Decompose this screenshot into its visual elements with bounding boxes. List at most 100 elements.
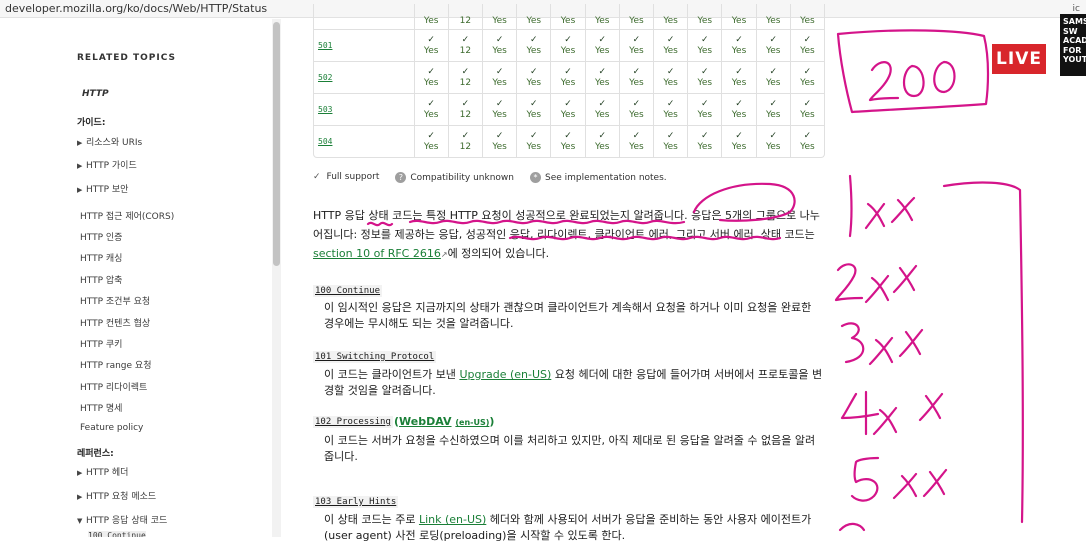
compat-cell[interactable]: ✓ Yes — [722, 94, 757, 125]
sidebar-item[interactable]: HTTP 명세 — [80, 401, 122, 414]
compat-cell[interactable]: ✓ Yes — [654, 62, 689, 93]
compat-cell[interactable]: ✓ Yes — [517, 62, 552, 93]
compat-cell[interactable]: ✓ Yes — [586, 94, 620, 125]
compat-cell[interactable]: Yes — [551, 4, 586, 29]
compat-cell[interactable]: ✓ Yes — [483, 94, 518, 125]
compat-cell[interactable]: ✓ 12 — [449, 30, 483, 61]
compat-cell[interactable]: ✓ Yes — [551, 62, 586, 93]
sidebar-item[interactable]: HTTP 리다이렉트 — [80, 380, 147, 393]
check-icon: ✓ — [598, 35, 606, 45]
compat-cell[interactable]: ✓ Yes — [415, 94, 449, 125]
check-icon: ✓ — [701, 35, 709, 45]
status-code-link[interactable]: 501 — [318, 41, 332, 50]
compat-cell[interactable]: ✓ 12 — [449, 94, 483, 125]
url-text[interactable]: developer.mozilla.org/ko/docs/Web/HTTP/S… — [5, 2, 267, 15]
compat-cell[interactable]: ✓ Yes — [791, 62, 824, 93]
compat-cell[interactable]: Yes — [620, 4, 655, 29]
compat-cell[interactable]: ✓ Yes — [620, 126, 655, 157]
compat-cell[interactable]: Yes — [722, 4, 757, 29]
sidebar-item-label: HTTP 보안 — [86, 185, 129, 195]
compat-cell[interactable]: ✓ Yes — [757, 62, 791, 93]
sidebar-item[interactable]: ▶ HTTP 가이드 — [77, 158, 137, 171]
compat-cell[interactable]: Yes — [688, 4, 723, 29]
compat-cell[interactable]: ✓ Yes — [415, 62, 449, 93]
compat-cell[interactable]: Yes — [654, 4, 689, 29]
compat-cell[interactable]: Yes — [757, 4, 791, 29]
link-header-link[interactable]: Link (en-US) — [419, 513, 486, 526]
sidebar-http-heading[interactable]: HTTP — [82, 89, 109, 99]
status-code-link[interactable]: 502 — [318, 73, 332, 82]
compat-cell[interactable]: ✓ Yes — [722, 62, 757, 93]
sidebar-item[interactable]: ▼ HTTP 응답 상태 코드 — [77, 513, 167, 526]
compat-value: Yes — [526, 110, 542, 120]
sidebar-item[interactable]: Feature policy — [80, 423, 143, 433]
compat-cell[interactable]: ✓ Yes — [688, 126, 723, 157]
intro-paragraph: HTTP 응답 상태 코드는 특정 HTTP 요청이 성공적으로 완료되었는지 … — [313, 209, 820, 260]
compat-cell[interactable]: ✓ Yes — [722, 30, 757, 61]
compat-cell[interactable]: ✓ Yes — [757, 94, 791, 125]
code-100[interactable]: 100 Continue — [313, 285, 383, 297]
compat-cell[interactable]: ✓ Yes — [688, 30, 723, 61]
status-code-link[interactable]: 503 — [318, 105, 332, 114]
compat-cell[interactable]: ✓ Yes — [551, 94, 586, 125]
compat-cell[interactable]: Yes — [586, 4, 620, 29]
upgrade-link[interactable]: Upgrade (en-US) — [459, 368, 551, 381]
sidebar-item[interactable]: HTTP 캐싱 — [80, 251, 122, 264]
sidebar-item[interactable]: HTTP 조건부 요청 — [80, 294, 150, 307]
compat-cell[interactable]: ✓ Yes — [483, 30, 518, 61]
code-103[interactable]: 103 Early Hints — [313, 496, 399, 508]
sidebar-item[interactable]: HTTP 접근 제어(CORS) — [80, 209, 174, 222]
compat-cell[interactable]: ✓ Yes — [483, 126, 518, 157]
sidebar-item[interactable]: ▶ HTTP 요청 메소드 — [77, 489, 156, 502]
compat-cell[interactable]: Yes — [791, 4, 824, 29]
compat-cell[interactable]: ✓ Yes — [483, 62, 518, 93]
compat-cell[interactable]: ✓ Yes — [415, 126, 449, 157]
compat-cell[interactable]: Yes — [483, 4, 518, 29]
sidebar-item-label: HTTP 리다이렉트 — [80, 383, 148, 393]
compat-cell[interactable]: ✓ Yes — [791, 30, 824, 61]
sidebar-item[interactable]: HTTP 압축 — [80, 273, 122, 286]
compat-cell[interactable]: ✓ Yes — [654, 126, 689, 157]
compat-cell[interactable]: Yes — [415, 4, 449, 29]
compat-cell[interactable]: ✓ Yes — [517, 94, 552, 125]
compat-cell[interactable]: ✓ Yes — [654, 94, 689, 125]
compat-cell[interactable]: ✓ Yes — [415, 30, 449, 61]
code-102[interactable]: 102 Processing — [313, 416, 393, 428]
sidebar-item[interactable]: HTTP range 요청 — [80, 358, 151, 371]
sidebar-item[interactable]: ▶ 리소스와 URIs — [77, 135, 142, 148]
compat-cell[interactable]: ✓ Yes — [654, 30, 689, 61]
sidebar-item[interactable]: 100 Continue — [88, 531, 146, 537]
sidebar-item[interactable]: HTTP 인증 — [80, 230, 122, 243]
compat-cell[interactable]: 12 — [449, 4, 483, 29]
compat-cell[interactable]: Yes — [517, 4, 552, 29]
compat-cell[interactable]: ✓ 12 — [449, 126, 483, 157]
compat-cell[interactable]: ✓ Yes — [757, 30, 791, 61]
compat-cell[interactable]: ✓ Yes — [791, 94, 824, 125]
compat-cell[interactable]: ✓ Yes — [722, 126, 757, 157]
compat-cell[interactable]: ✓ Yes — [551, 126, 586, 157]
compat-cell[interactable]: ✓ Yes — [586, 126, 620, 157]
sidebar-item[interactable]: ▶ HTTP 헤더 — [77, 465, 128, 478]
status-code-link[interactable]: 504 — [318, 137, 332, 146]
sidebar-scroll-thumb[interactable] — [273, 22, 280, 266]
compat-cell[interactable]: ✓ 12 — [449, 62, 483, 93]
compat-cell[interactable]: ✓ Yes — [551, 30, 586, 61]
compat-cell[interactable]: ✓ Yes — [620, 30, 655, 61]
compat-cell[interactable]: ✓ Yes — [517, 30, 552, 61]
compat-cell[interactable]: ✓ Yes — [620, 94, 655, 125]
compat-cell[interactable]: ✓ Yes — [791, 126, 824, 157]
compat-cell[interactable]: ✓ Yes — [688, 62, 723, 93]
sidebar-item[interactable]: ▶ HTTP 보안 — [77, 182, 128, 195]
sidebar-item[interactable]: HTTP 쿠키 — [80, 337, 122, 350]
compat-cell[interactable]: ✓ Yes — [620, 62, 655, 93]
compat-cell[interactable]: ✓ Yes — [586, 30, 620, 61]
compat-cell[interactable]: ✓ Yes — [517, 126, 552, 157]
compat-cell[interactable]: ✓ Yes — [757, 126, 791, 157]
code-101[interactable]: 101 Switching Protocol — [313, 351, 437, 363]
compat-cell[interactable]: ✓ Yes — [688, 94, 723, 125]
rfc-link[interactable]: section 10 of RFC 2616 — [313, 247, 441, 260]
compat-cell[interactable]: ✓ Yes — [586, 62, 620, 93]
webdav-link[interactable]: (WebDAV (en-US)) — [394, 415, 494, 428]
sidebar-item[interactable]: HTTP 컨텐츠 협상 — [80, 316, 150, 329]
triangle-right-icon: ▶ — [77, 469, 83, 477]
